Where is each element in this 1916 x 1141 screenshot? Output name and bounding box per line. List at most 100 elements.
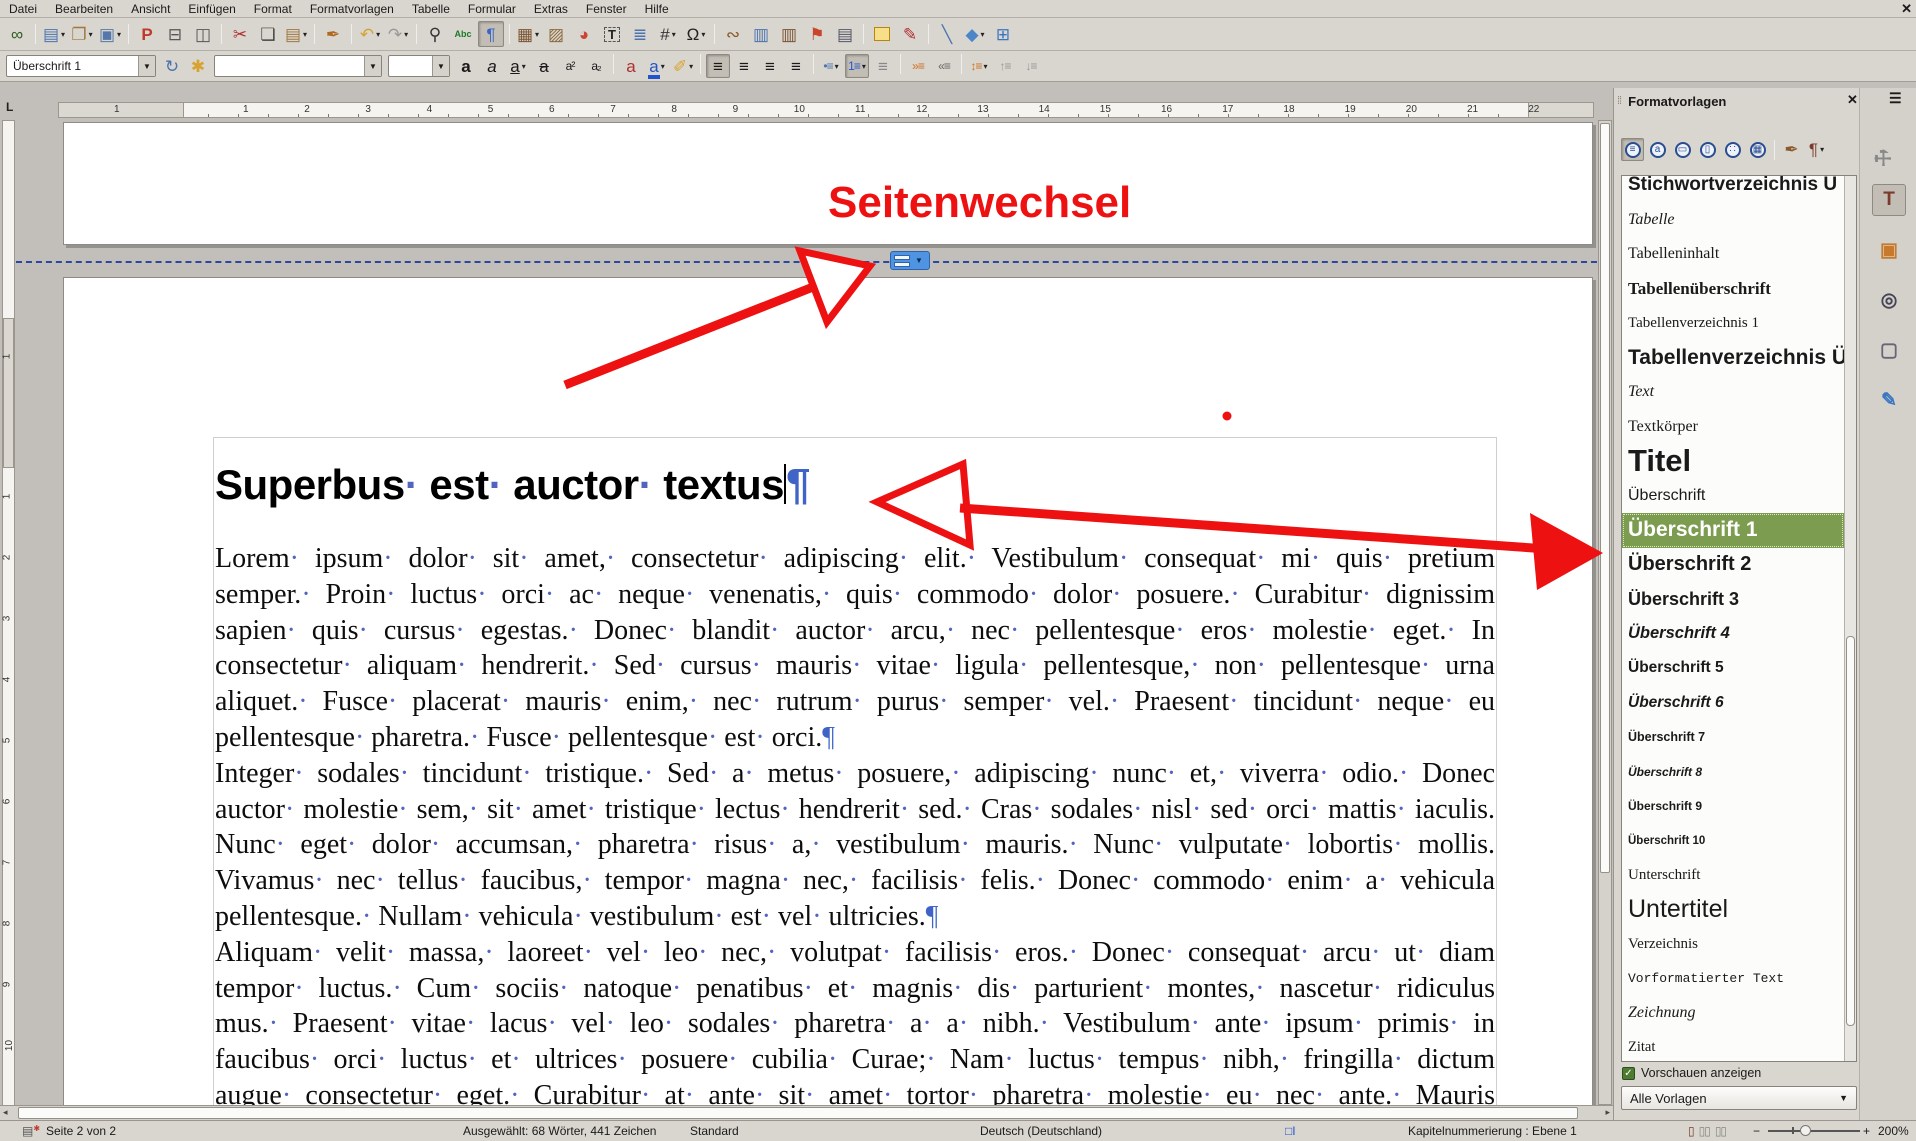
page-style-status[interactable]: Standard bbox=[690, 1124, 739, 1138]
no-list-button[interactable]: ≡ bbox=[871, 54, 895, 78]
body-line[interactable]: Lorem· ipsum· dolor· sit· amet,· consect… bbox=[215, 543, 1495, 579]
insert-chart-button[interactable]: ◕ bbox=[571, 21, 597, 47]
sidebar-close-icon[interactable]: ✕ bbox=[1847, 92, 1858, 108]
superscript-button[interactable]: a² bbox=[558, 54, 582, 78]
menu-format[interactable]: Format bbox=[245, 1, 301, 17]
gallery-deck-tab[interactable]: ▣ bbox=[1872, 234, 1906, 266]
insert-table-dropdown-icon[interactable]: ▾ bbox=[535, 30, 539, 39]
style-item-untertitel[interactable]: Untertitel bbox=[1622, 893, 1844, 928]
insert-text-box-button[interactable]: T bbox=[599, 21, 625, 47]
sidebar-settings-icon[interactable]: ⚒ bbox=[1868, 143, 1898, 173]
body-line[interactable]: pellentesque· pharetra.· Fusce· pellente… bbox=[215, 722, 1495, 758]
horizontal-scrollbar-thumb[interactable] bbox=[18, 1107, 1578, 1119]
multi-page-view-icon[interactable]: ▯▯ bbox=[1699, 1124, 1710, 1138]
body-line[interactable]: faucibus· orci· luctus· et· ultrices· po… bbox=[215, 1044, 1495, 1080]
show-draw-functions-button[interactable]: ⊞ bbox=[990, 21, 1016, 47]
body-line[interactable]: semper.· Proin· luctus· orci· ac· neque·… bbox=[215, 579, 1495, 615]
body-line[interactable]: Vivamus· nec· tellus· faucibus,· tempor·… bbox=[215, 865, 1495, 901]
insert-line-button[interactable]: ╲ bbox=[934, 21, 960, 47]
find-toolbar-button[interactable]: ∞ bbox=[4, 21, 30, 47]
track-changes-button[interactable]: ✎ bbox=[897, 21, 923, 47]
insert-cross-reference-button[interactable]: ▤ bbox=[832, 21, 858, 47]
style-list-scrollbar-thumb[interactable] bbox=[1846, 636, 1855, 1025]
font-name-combobox[interactable]: ▼ bbox=[214, 55, 382, 77]
font-color-dropdown-icon[interactable]: ▾ bbox=[661, 62, 665, 71]
align-right-button[interactable]: ≡ bbox=[758, 54, 782, 78]
insert-field-dropdown-icon[interactable]: ▾ bbox=[672, 30, 676, 39]
zoom-level[interactable]: 200% bbox=[1878, 1124, 1909, 1138]
scroll-right-icon[interactable]: ▸ bbox=[1605, 1107, 1610, 1118]
undo-dropdown-icon[interactable]: ▾ bbox=[376, 30, 380, 39]
redo-dropdown-icon[interactable]: ▾ bbox=[404, 30, 408, 39]
menu-fenster[interactable]: Fenster bbox=[577, 1, 636, 17]
insert-special-character-dropdown-icon[interactable]: ▾ bbox=[701, 30, 705, 39]
menu-extras[interactable]: Extras bbox=[525, 1, 577, 17]
zoom-in-icon[interactable]: + bbox=[1863, 1124, 1870, 1138]
insert-special-character-button[interactable]: Ω▾ bbox=[683, 21, 709, 47]
style-item-überschrift[interactable]: Überschrift bbox=[1622, 479, 1844, 514]
body-line[interactable]: Aliquam· velit· massa,· laoreet· vel· le… bbox=[215, 937, 1495, 973]
page-number-status[interactable]: Seite 2 von 2 bbox=[46, 1124, 116, 1138]
insert-page-break-button[interactable]: ≣ bbox=[627, 21, 653, 47]
style-item-überschrift-1[interactable]: Überschrift 1 bbox=[1622, 513, 1844, 548]
style-item-überschrift-9[interactable]: Überschrift 9 bbox=[1622, 789, 1844, 824]
document-heading[interactable]: Superbus· est· auctor· textus¶ bbox=[215, 460, 810, 510]
body-line[interactable]: Nunc· eget· dolor· accumsan,· pharetra· … bbox=[215, 829, 1495, 865]
paragraph-styles-button[interactable]: ≡ bbox=[1621, 138, 1644, 161]
fill-format-mode-button[interactable]: ✒ bbox=[1780, 138, 1803, 161]
close-document-icon[interactable]: ✕ bbox=[1901, 1, 1912, 17]
style-item-überschrift-3[interactable]: Überschrift 3 bbox=[1622, 582, 1844, 617]
horizontal-ruler[interactable]: 112345678910111213141516171819202122 bbox=[58, 102, 1594, 118]
vertical-scrollbar[interactable] bbox=[1598, 120, 1612, 1105]
page-break-dropdown-icon[interactable]: ▼ bbox=[915, 256, 923, 265]
insert-footnote-button[interactable]: ▥ bbox=[748, 21, 774, 47]
numbered-list-dropdown-icon[interactable]: ▾ bbox=[862, 62, 866, 71]
space-below-paragraph-button[interactable]: ↓≡ bbox=[1019, 54, 1043, 78]
style-item-überschrift-8[interactable]: Überschrift 8 bbox=[1622, 755, 1844, 790]
open-dropdown-icon[interactable]: ▾ bbox=[89, 30, 93, 39]
show-previews-checkbox[interactable]: ✓ bbox=[1622, 1067, 1635, 1080]
insert-field-button[interactable]: #▾ bbox=[655, 21, 681, 47]
style-item-verzeichnis[interactable]: Verzeichnis bbox=[1622, 927, 1844, 962]
body-line[interactable]: tempor· luctus.· Cum· sociis· natoque· p… bbox=[215, 973, 1495, 1009]
highlighting-color-dropdown-icon[interactable]: ▾ bbox=[689, 62, 693, 71]
menu-tabelle[interactable]: Tabelle bbox=[403, 1, 459, 17]
style-item-überschrift-2[interactable]: Überschrift 2 bbox=[1622, 548, 1844, 583]
page-1-bottom[interactable] bbox=[63, 122, 1593, 245]
font-name-dropdown-icon[interactable]: ▼ bbox=[364, 56, 381, 76]
align-center-button[interactable]: ≡ bbox=[732, 54, 756, 78]
sidebar-grip[interactable]: ⁞⁞ bbox=[1617, 95, 1621, 107]
line-spacing-dropdown-icon[interactable]: ▾ bbox=[984, 62, 988, 71]
update-style-button[interactable]: ↻ bbox=[160, 54, 184, 78]
style-list[interactable]: Stichwortverzeichnis ÜTabelleTabelleninh… bbox=[1621, 175, 1857, 1062]
style-item-überschrift-7[interactable]: Überschrift 7 bbox=[1622, 720, 1844, 755]
style-actions-dropdown-icon[interactable]: ▾ bbox=[1820, 145, 1824, 154]
page-break-menu-button[interactable]: ▼ bbox=[890, 251, 930, 270]
save-dropdown-icon[interactable]: ▾ bbox=[117, 30, 121, 39]
decrease-indent-button[interactable]: «≡ bbox=[932, 54, 956, 78]
body-line[interactable]: mus.· Praesent· vitae· lacus· vel· leo· … bbox=[215, 1008, 1495, 1044]
bullet-list-button[interactable]: •≡▾ bbox=[819, 54, 843, 78]
insert-mode-icon[interactable]: □I bbox=[1285, 1124, 1296, 1138]
redo-button[interactable]: ↷▾ bbox=[385, 21, 411, 47]
line-spacing-button[interactable]: ↕≡▾ bbox=[967, 54, 991, 78]
table-styles-button[interactable]: ▦ bbox=[1746, 138, 1769, 161]
horizontal-scrollbar[interactable]: ◂ ▸ bbox=[0, 1105, 1613, 1120]
menu-formatvorlagen[interactable]: Formatvorlagen bbox=[301, 1, 403, 17]
frame-styles-button[interactable]: ▭ bbox=[1671, 138, 1694, 161]
zoom-slider-thumb[interactable] bbox=[1800, 1125, 1811, 1136]
page-styles-button[interactable]: ▯ bbox=[1696, 138, 1719, 161]
menu-einfügen[interactable]: Einfügen bbox=[179, 1, 244, 17]
style-item-überschrift-6[interactable]: Überschrift 6 bbox=[1622, 686, 1844, 721]
style-item-text[interactable]: Text bbox=[1622, 375, 1844, 410]
new-document-dropdown-icon[interactable]: ▾ bbox=[61, 30, 65, 39]
save-button[interactable]: ▣▾ bbox=[97, 21, 123, 47]
menu-hilfe[interactable]: Hilfe bbox=[636, 1, 678, 17]
insert-endnote-button[interactable]: ▥ bbox=[776, 21, 802, 47]
style-item-überschrift-4[interactable]: Überschrift 4 bbox=[1622, 617, 1844, 652]
menu-datei[interactable]: Datei bbox=[0, 1, 46, 17]
style-item-zeichnung[interactable]: Zeichnung bbox=[1622, 996, 1844, 1031]
page-deck-tab[interactable]: ▢ bbox=[1872, 334, 1906, 366]
clear-formatting-button[interactable]: a bbox=[619, 54, 643, 78]
clone-formatting-button[interactable]: ✒ bbox=[320, 21, 346, 47]
